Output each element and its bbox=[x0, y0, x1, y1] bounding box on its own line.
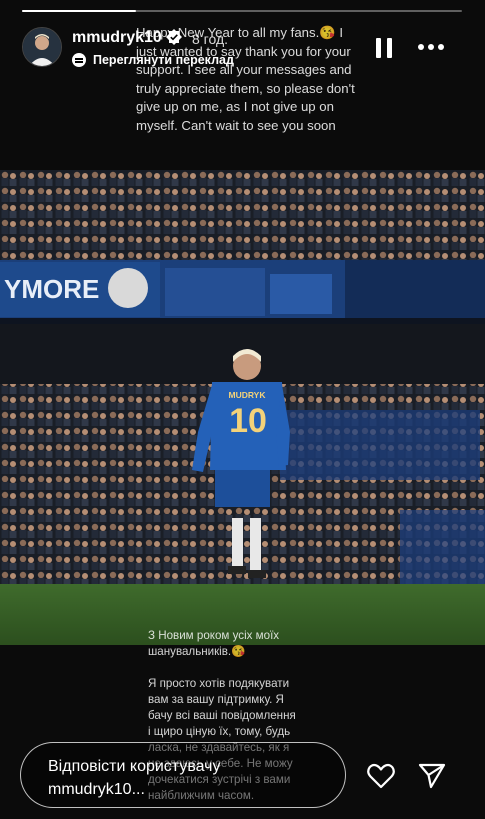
pause-icon bbox=[376, 38, 381, 58]
translate-label: Переглянути переклад bbox=[93, 53, 234, 67]
reply-input[interactable]: Відповісти користувачу mmudryk10... bbox=[20, 742, 346, 808]
avatar[interactable] bbox=[22, 27, 62, 67]
verified-badge-icon bbox=[166, 29, 182, 45]
pause-icon-bar bbox=[387, 38, 392, 58]
avatar-image bbox=[23, 28, 61, 66]
more-options-button[interactable] bbox=[418, 44, 444, 52]
story-photo: YMORE MUDRYK 10 bbox=[0, 170, 485, 645]
more-icon-dot bbox=[438, 44, 444, 50]
heart-icon[interactable] bbox=[366, 762, 396, 790]
reply-placeholder-line1: Відповісти користувачу bbox=[48, 758, 221, 775]
translate-icon bbox=[72, 53, 86, 67]
jersey-number: 10 bbox=[229, 402, 267, 440]
caption-ukrainian-line1: З Новим роком усіх моїх шанувальників.😘 bbox=[148, 629, 280, 658]
more-icon-dot bbox=[428, 44, 434, 50]
translate-button[interactable]: Переглянути переклад bbox=[72, 53, 234, 67]
story-progress-fill bbox=[22, 10, 137, 12]
banner-text: YMORE bbox=[4, 274, 99, 304]
story-viewer[interactable]: YMORE MUDRYK 10 Happy New Year to all my… bbox=[0, 0, 485, 819]
username[interactable]: mmudryk10 bbox=[72, 29, 162, 47]
pause-button[interactable] bbox=[376, 38, 394, 58]
jersey-name: MUDRYK bbox=[229, 390, 267, 400]
post-time: 8 год. bbox=[192, 31, 229, 47]
reply-placeholder-line2: mmudryk10... bbox=[48, 781, 145, 798]
send-icon[interactable] bbox=[417, 762, 447, 790]
more-icon bbox=[418, 44, 424, 50]
story-progress-bar bbox=[22, 10, 462, 12]
